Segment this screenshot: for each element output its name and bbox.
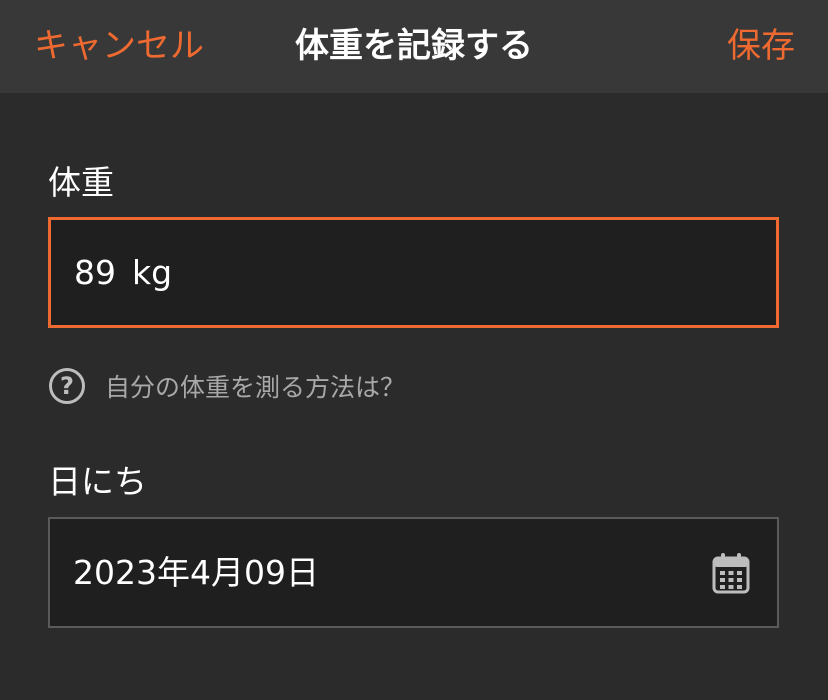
date-value: 2023年4月09日 [73,552,319,592]
weight-label: 体重 [48,163,114,202]
weight-value-wrapper: 89 kg [74,253,172,293]
question-circle-icon: ? [49,368,85,404]
nav-bar: キャンセル 体重を記録する 保存 [0,0,828,93]
date-field[interactable]: 2023年4月09日 [48,517,779,628]
calendar-icon[interactable] [712,552,750,594]
weight-unit: kg [132,252,173,292]
page-title: 体重を記録する [295,26,533,66]
weight-help-text: 自分の体重を測る方法は？ [105,373,406,402]
save-button[interactable]: 保存 [727,24,795,68]
weight-help-link[interactable]: ? 自分の体重を測る方法は？ [49,363,405,409]
weight-value: 89 [74,252,116,292]
cancel-button[interactable]: キャンセル [34,24,204,68]
weight-input[interactable]: 89 kg [48,217,779,328]
date-label: 日にち [48,462,147,501]
